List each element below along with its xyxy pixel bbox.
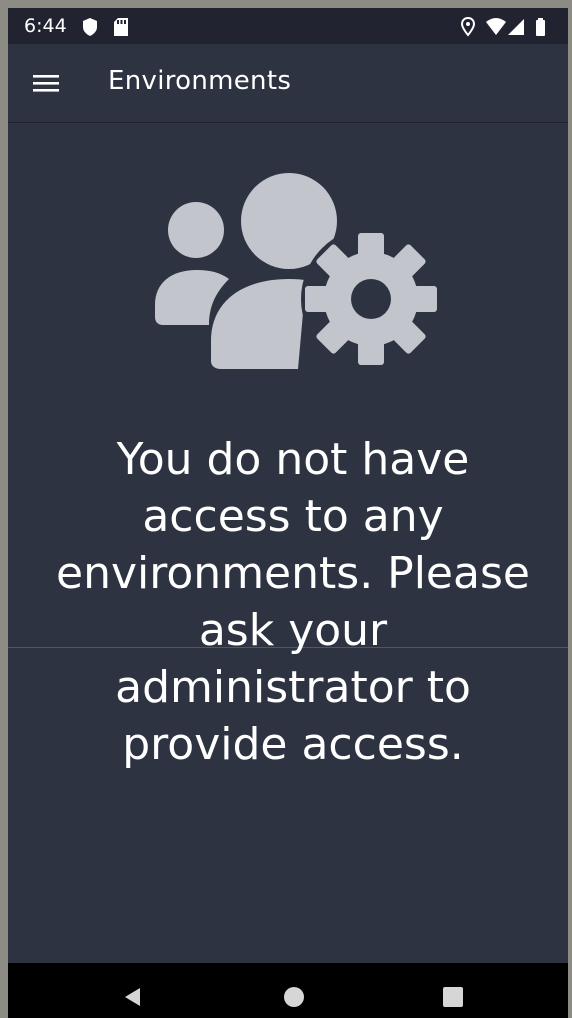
signal-icon bbox=[508, 19, 524, 35]
app-bar: Environments bbox=[8, 44, 568, 123]
device-screen: 6:44 Environments You do not have access… bbox=[8, 8, 568, 1018]
divider bbox=[8, 647, 568, 648]
back-button[interactable] bbox=[113, 977, 153, 1017]
page-title: Environments bbox=[108, 66, 292, 96]
empty-state: You do not have access to any environmen… bbox=[8, 123, 568, 968]
users-gear-icon bbox=[155, 173, 438, 371]
recents-icon bbox=[443, 987, 463, 1007]
shield-icon bbox=[83, 18, 97, 36]
home-icon bbox=[284, 987, 304, 1007]
status-time: 6:44 bbox=[24, 15, 67, 37]
hamburger-menu-icon bbox=[33, 75, 59, 92]
status-bar: 6:44 bbox=[8, 8, 568, 44]
navigation-bar bbox=[8, 963, 568, 1018]
empty-state-message: You do not have access to any environmen… bbox=[56, 434, 530, 770]
status-left-icons bbox=[82, 17, 142, 37]
home-button[interactable] bbox=[274, 977, 314, 1017]
battery-icon bbox=[536, 18, 545, 36]
wifi-icon bbox=[486, 18, 506, 35]
sd-card-icon bbox=[114, 18, 128, 36]
back-icon bbox=[125, 988, 140, 1006]
status-right-icons bbox=[460, 16, 560, 38]
recents-button[interactable] bbox=[433, 977, 473, 1017]
location-icon bbox=[460, 16, 476, 37]
menu-button[interactable] bbox=[22, 62, 70, 104]
